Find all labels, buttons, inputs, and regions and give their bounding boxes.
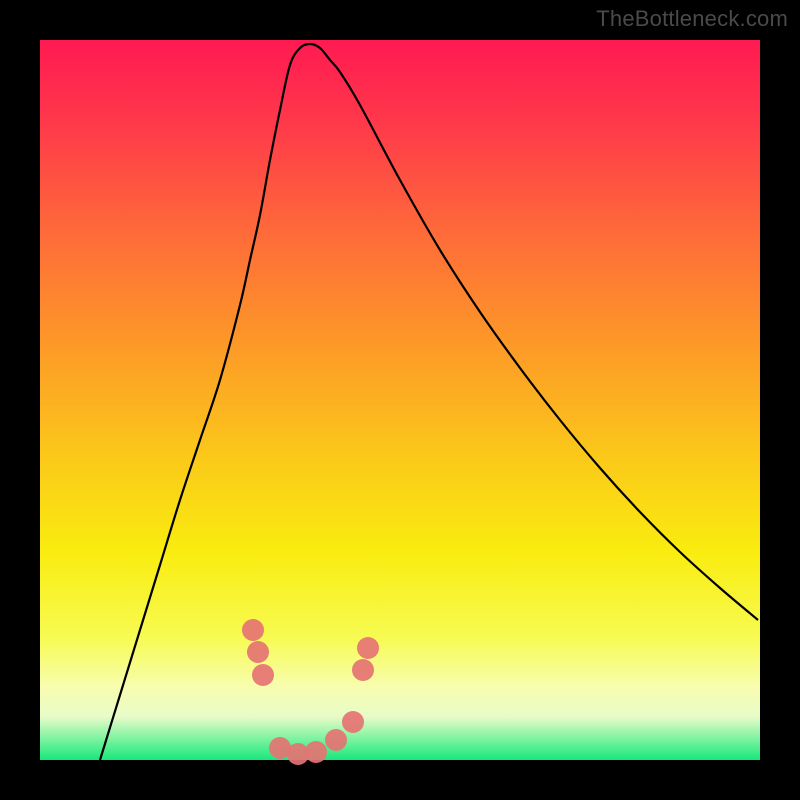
curve-marker: [352, 659, 374, 681]
watermark-text: TheBottleneck.com: [596, 6, 788, 32]
curve-marker: [252, 664, 274, 686]
curve-marker: [357, 637, 379, 659]
chart-frame: TheBottleneck.com: [0, 0, 800, 800]
curve-marker: [247, 641, 269, 663]
curve-marker: [305, 741, 327, 763]
chart-svg: [40, 40, 760, 760]
curve-marker: [242, 619, 264, 641]
curve-marker: [325, 729, 347, 751]
curve-marker: [342, 711, 364, 733]
bottleneck-curve: [100, 44, 758, 760]
curve-markers: [242, 619, 379, 765]
